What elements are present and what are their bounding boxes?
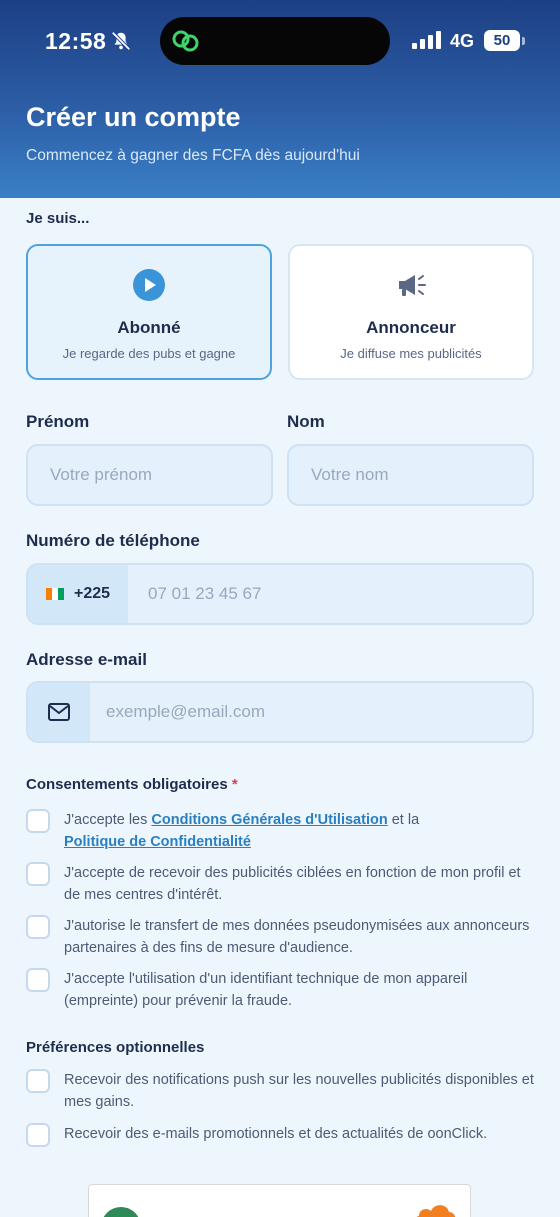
consent-text-targeted-ads: J'accepte de recevoir des publicités cib… <box>64 865 521 903</box>
signal-icon <box>412 31 441 49</box>
email-prefix <box>28 683 90 741</box>
link-icon <box>172 30 199 52</box>
last-name-input[interactable] <box>287 444 534 506</box>
consent-text-part: et la <box>387 812 420 828</box>
captcha-check-icon <box>101 1207 141 1217</box>
preference-checkbox-push[interactable] <box>26 1069 50 1093</box>
consents-title: Consentements obligatoires * <box>26 776 238 793</box>
network-type: 4G <box>450 31 475 51</box>
battery-tip <box>522 37 525 45</box>
role-card-advertiser[interactable]: Annonceur Je diffuse mes publicités <box>288 244 534 380</box>
dial-code: +225 <box>73 585 111 602</box>
country-code-selector[interactable]: +225 <box>28 565 128 623</box>
consent-text-part: J'accepte les <box>64 812 152 828</box>
preference-text-emails: Recevoir des e-mails promotionnels et de… <box>64 1126 488 1142</box>
envelope-icon <box>48 703 70 721</box>
megaphone-icon <box>399 275 426 296</box>
consent-text-terms: J'accepte les Conditions Générales d'Uti… <box>64 809 534 853</box>
ivory-coast-flag-icon <box>45 588 64 600</box>
role-desc: Je diffuse mes publicités <box>340 346 482 361</box>
battery-icon: 50 <box>484 30 520 51</box>
email-field <box>26 681 534 743</box>
required-mark: * <box>231 776 238 793</box>
phone-field: +225 <box>26 563 534 625</box>
status-bar: 12:58 4G 50 <box>0 0 560 84</box>
privacy-policy-link[interactable]: Politique de Confidentialité <box>64 834 251 850</box>
preference-checkbox-emails[interactable] <box>26 1123 50 1147</box>
consents-title-text: Consentements obligatoires <box>26 776 228 793</box>
email-input[interactable] <box>106 683 526 741</box>
phone-label: Numéro de téléphone <box>26 531 200 550</box>
play-circle-icon <box>133 269 165 301</box>
consent-text-data-transfer: J'autorise le transfert de mes données p… <box>64 918 530 956</box>
terms-link[interactable]: Conditions Générales d'Utilisation <box>151 812 387 828</box>
status-time: 12:58 <box>45 28 107 54</box>
role-label: Je suis... <box>26 210 90 227</box>
consent-checkbox-terms[interactable] <box>26 809 50 833</box>
role-title: Abonné <box>117 318 181 337</box>
consent-checkbox-targeted-ads[interactable] <box>26 862 50 886</box>
role-desc: Je regarde des pubs et gagne <box>62 346 236 361</box>
bell-off-icon <box>111 31 131 51</box>
preference-text-push: Recevoir des notifications push sur les … <box>64 1072 534 1110</box>
consent-checkbox-device-id[interactable] <box>26 968 50 992</box>
email-label: Adresse e-mail <box>26 650 147 669</box>
consent-checkbox-data-transfer[interactable] <box>26 915 50 939</box>
last-name-label: Nom <box>287 412 325 431</box>
first-name-input[interactable] <box>26 444 273 506</box>
page-subtitle: Commencez à gagner des FCFA dès aujourd'… <box>26 147 360 164</box>
phone-input[interactable] <box>148 565 528 623</box>
first-name-label: Prénom <box>26 412 90 431</box>
page-title: Créer un compte <box>26 102 241 132</box>
consent-text-device-id: J'accepte l'utilisation d'un identifiant… <box>64 971 468 1009</box>
preferences-title: Préférences optionnelles <box>26 1039 205 1056</box>
cloud-icon <box>416 1205 456 1217</box>
header: 12:58 4G 50 Créer un compte Commencez à … <box>0 0 560 198</box>
captcha-widget[interactable] <box>88 1184 471 1217</box>
role-title: Annonceur <box>366 318 456 337</box>
role-card-subscriber[interactable]: Abonné Je regarde des pubs et gagne <box>26 244 272 380</box>
